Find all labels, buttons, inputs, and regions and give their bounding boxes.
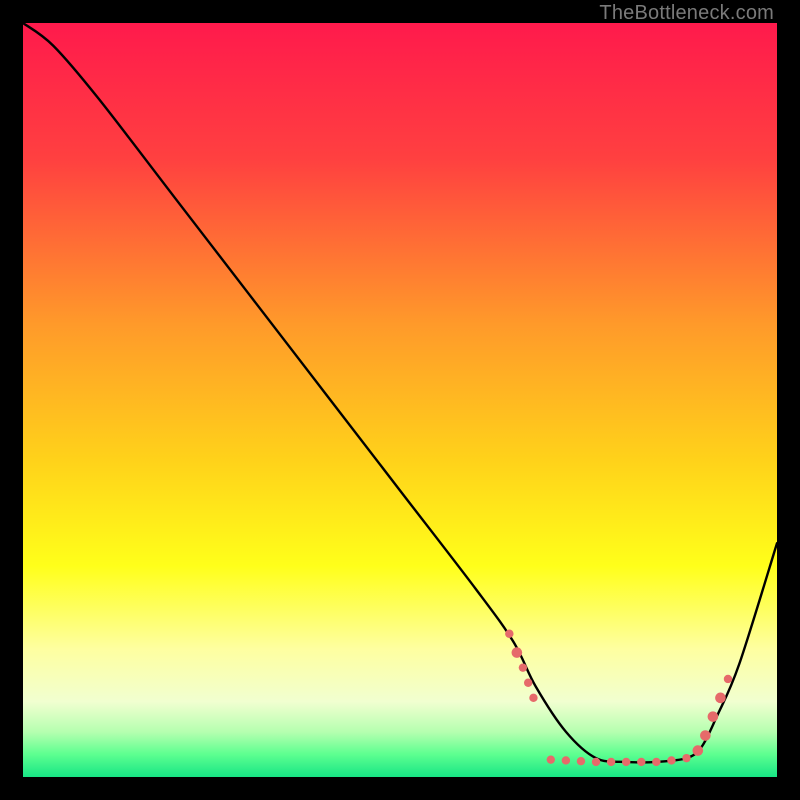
chart-plot-area [23,23,777,777]
highlight-dot [667,756,675,764]
highlight-dot [577,757,585,765]
highlight-dot [724,675,732,683]
attribution-text: TheBottleneck.com [599,2,774,25]
chart-background [23,23,777,777]
highlight-dot [715,693,726,704]
highlight-dot [693,745,704,756]
highlight-dot [708,711,719,722]
highlight-dot [529,694,537,702]
highlight-dot [519,663,527,671]
highlight-dot [524,679,532,687]
highlight-dot [547,755,555,763]
highlight-dot [622,758,630,766]
highlight-dot [652,758,660,766]
highlight-dot [505,630,513,638]
highlight-dot [512,647,523,658]
chart-stage: TheBottleneck.com [0,0,800,800]
chart-svg [23,23,777,777]
highlight-dot [682,754,690,762]
highlight-dot [592,758,600,766]
highlight-dot [562,756,570,764]
highlight-dot [700,730,711,741]
highlight-dot [607,758,615,766]
highlight-dot [637,758,645,766]
